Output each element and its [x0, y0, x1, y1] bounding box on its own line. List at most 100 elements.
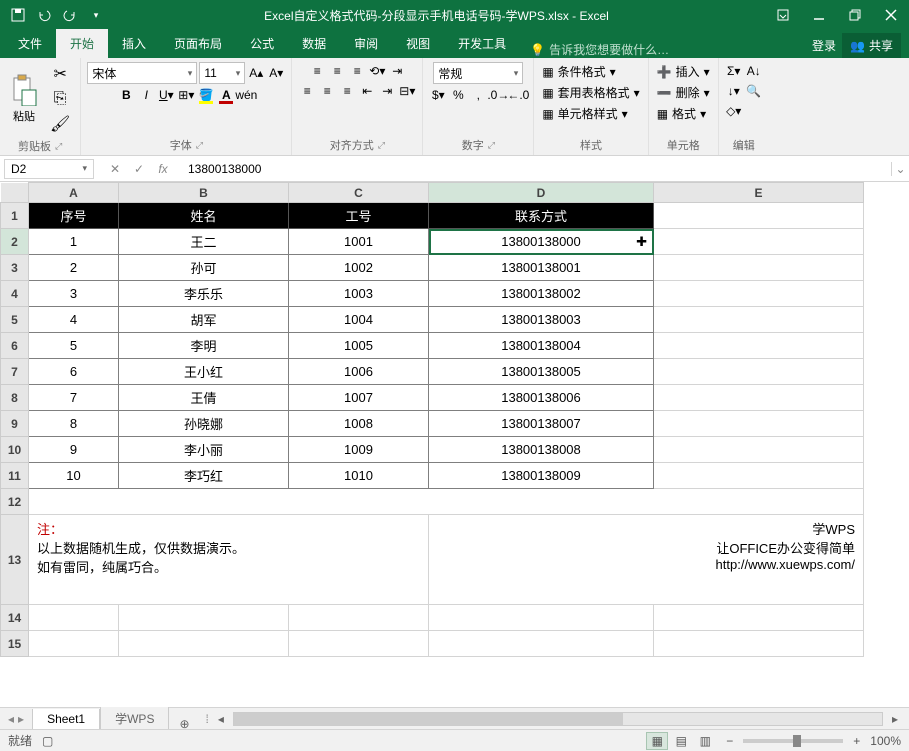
align-launcher-icon[interactable]: ⤢: [378, 140, 385, 151]
table-header[interactable]: 联系方式: [429, 203, 654, 229]
cell[interactable]: 1006: [289, 359, 429, 385]
col-header-B[interactable]: B: [119, 183, 289, 203]
align-bottom-icon[interactable]: ≡: [348, 62, 366, 80]
row-header-10[interactable]: 10: [1, 437, 29, 463]
font-name-combo[interactable]: 宋体▾: [87, 62, 197, 84]
align-left-icon[interactable]: ≡: [298, 82, 316, 100]
cell[interactable]: 孙可: [119, 255, 289, 281]
increase-indent-icon[interactable]: ⇥: [378, 82, 396, 100]
tab-review[interactable]: 审阅: [340, 29, 392, 58]
row-header-7[interactable]: 7: [1, 359, 29, 385]
sheet-prev-icon[interactable]: ◂: [8, 712, 14, 726]
cell[interactable]: [654, 255, 864, 281]
page-break-view-icon[interactable]: ▥: [694, 732, 716, 750]
cell[interactable]: 7: [29, 385, 119, 411]
cell[interactable]: [289, 605, 429, 631]
note-cell-right[interactable]: 学WPS让OFFICE办公变得简单http://www.xuewps.com/: [429, 515, 864, 605]
number-format-combo[interactable]: 常规▾: [433, 62, 523, 84]
name-box[interactable]: D2▾: [4, 159, 94, 179]
formula-input[interactable]: 13800138000: [180, 160, 891, 178]
zoom-in-icon[interactable]: +: [853, 734, 860, 748]
ribbon-options-icon[interactable]: [765, 0, 801, 30]
cell[interactable]: [429, 605, 654, 631]
fill-color-icon[interactable]: 🪣: [197, 86, 215, 104]
table-header[interactable]: 工号: [289, 203, 429, 229]
comma-icon[interactable]: ,: [469, 86, 487, 104]
tab-layout[interactable]: 页面布局: [160, 29, 236, 58]
tab-home[interactable]: 开始: [56, 29, 108, 58]
number-launcher-icon[interactable]: ⤢: [488, 140, 495, 151]
cell[interactable]: [654, 437, 864, 463]
cell[interactable]: 6: [29, 359, 119, 385]
qat-dropdown-icon[interactable]: ▾: [84, 3, 108, 27]
cell[interactable]: [654, 333, 864, 359]
row-header-5[interactable]: 5: [1, 307, 29, 333]
align-right-icon[interactable]: ≡: [338, 82, 356, 100]
format-as-table-button[interactable]: ▦套用表格格式 ▾: [540, 83, 641, 102]
cell[interactable]: 王倩: [119, 385, 289, 411]
row-header-14[interactable]: 14: [1, 605, 29, 631]
italic-icon[interactable]: I: [137, 86, 155, 104]
cell[interactable]: [429, 631, 654, 657]
merge-icon[interactable]: ⊟▾: [398, 82, 416, 100]
tab-insert[interactable]: 插入: [108, 29, 160, 58]
cell[interactable]: [29, 605, 119, 631]
cut-icon[interactable]: ✂: [46, 62, 74, 86]
cell[interactable]: [654, 229, 864, 255]
cell[interactable]: 李小丽: [119, 437, 289, 463]
enter-formula-icon[interactable]: ✓: [128, 162, 150, 176]
scroll-right-icon[interactable]: ▸: [887, 712, 903, 726]
cell[interactable]: [654, 359, 864, 385]
cell[interactable]: 13800138001: [429, 255, 654, 281]
save-icon[interactable]: [6, 3, 30, 27]
tab-file[interactable]: 文件: [4, 29, 56, 58]
delete-cells-button[interactable]: ➖删除 ▾: [655, 83, 712, 102]
cell[interactable]: 4: [29, 307, 119, 333]
row-header-13[interactable]: 13: [1, 515, 29, 605]
cell[interactable]: [119, 605, 289, 631]
cell[interactable]: 13800138008: [429, 437, 654, 463]
zoom-level[interactable]: 100%: [870, 734, 901, 748]
row-header-6[interactable]: 6: [1, 333, 29, 359]
decrease-decimal-icon[interactable]: ←.0: [509, 86, 527, 104]
cell[interactable]: 胡军: [119, 307, 289, 333]
borders-icon[interactable]: ⊞▾: [177, 86, 195, 104]
cell[interactable]: 13800138009: [429, 463, 654, 489]
col-header-C[interactable]: C: [289, 183, 429, 203]
cell[interactable]: 王小红: [119, 359, 289, 385]
expand-formula-bar-icon[interactable]: ⌄: [891, 162, 909, 176]
bold-icon[interactable]: B: [117, 86, 135, 104]
cell[interactable]: [654, 203, 864, 229]
decrease-indent-icon[interactable]: ⇤: [358, 82, 376, 100]
cell[interactable]: [119, 631, 289, 657]
decrease-font-icon[interactable]: A▾: [267, 64, 285, 82]
cell[interactable]: [29, 631, 119, 657]
tab-data[interactable]: 数据: [288, 29, 340, 58]
cell[interactable]: 9: [29, 437, 119, 463]
cell[interactable]: 1005: [289, 333, 429, 359]
normal-view-icon[interactable]: ▦: [646, 732, 668, 750]
undo-icon[interactable]: [32, 3, 56, 27]
table-header[interactable]: 姓名: [119, 203, 289, 229]
cell[interactable]: [654, 307, 864, 333]
cell[interactable]: 孙晓娜: [119, 411, 289, 437]
row-header-12[interactable]: 12: [1, 489, 29, 515]
wrap-text-icon[interactable]: ⇥: [388, 62, 406, 80]
cell[interactable]: [654, 385, 864, 411]
cell[interactable]: 1008: [289, 411, 429, 437]
cell[interactable]: 10: [29, 463, 119, 489]
cell[interactable]: 1004: [289, 307, 429, 333]
cancel-formula-icon[interactable]: ✕: [104, 162, 126, 176]
cell[interactable]: 1002: [289, 255, 429, 281]
autosum-icon[interactable]: Σ▾: [725, 62, 743, 80]
sheet-tab-2[interactable]: 学WPS: [100, 707, 169, 731]
row-header-9[interactable]: 9: [1, 411, 29, 437]
align-middle-icon[interactable]: ≡: [328, 62, 346, 80]
sheet-tab-1[interactable]: Sheet1: [32, 709, 100, 731]
fill-icon[interactable]: ↓▾: [725, 82, 743, 100]
minimize-icon[interactable]: [801, 0, 837, 30]
align-center-icon[interactable]: ≡: [318, 82, 336, 100]
cell[interactable]: 王二: [119, 229, 289, 255]
cell[interactable]: 13800138007: [429, 411, 654, 437]
close-icon[interactable]: [873, 0, 909, 30]
